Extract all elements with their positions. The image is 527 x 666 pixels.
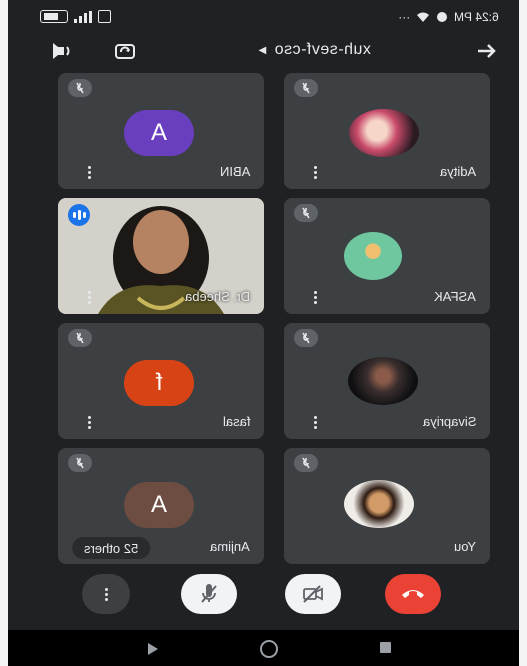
end-call-button[interactable] (385, 574, 441, 614)
phone-hangup-icon (402, 590, 424, 598)
avatar-letter: A (150, 119, 167, 146)
participant-tile-aditya[interactable]: Aditya (284, 73, 490, 189)
more-vert-icon[interactable] (312, 416, 318, 429)
avatar (349, 109, 419, 157)
participant-name: Aditya (439, 164, 476, 179)
system-nav-bar (8, 630, 519, 666)
mic-off-icon (294, 204, 318, 222)
participant-tile-you[interactable]: You (284, 448, 490, 564)
camera-off-icon (303, 585, 323, 603)
phone-screen: ··· 6:24 PM xuh-sevf-cso ▶ A ABIN Aditya… (8, 0, 519, 666)
participant-tile-asfak[interactable]: ASFAK (284, 198, 490, 314)
participant-tile-sheeba[interactable]: Dr. Sheeba (58, 198, 264, 314)
participant-tile-abin[interactable]: A ABIN (58, 73, 264, 189)
participant-tile-fasal[interactable]: f fasal (58, 323, 264, 439)
camera-toggle-button[interactable] (285, 574, 341, 614)
more-vert-icon[interactable] (86, 166, 92, 179)
participant-name: fasal (222, 414, 250, 429)
participant-name: ABIN (219, 164, 250, 179)
avatar-letter: A (150, 491, 167, 518)
avatar (344, 232, 402, 280)
more-vert-icon[interactable] (86, 416, 92, 429)
avatar: f (124, 360, 194, 406)
others-count-pill[interactable]: 52 others (72, 537, 151, 559)
avatar (344, 480, 414, 528)
mic-off-icon (68, 79, 92, 97)
participant-name: Dr. Sheeba (184, 289, 250, 304)
mic-off-icon (294, 329, 318, 347)
speaking-indicator-icon (68, 204, 90, 226)
call-controls (8, 574, 519, 624)
mic-off-icon (294, 79, 318, 97)
participant-name: Anjima (210, 539, 250, 554)
nav-recents-icon[interactable] (380, 642, 391, 653)
nav-home-icon[interactable] (260, 640, 278, 658)
mic-off-icon (68, 454, 92, 472)
avatar: A (124, 110, 194, 156)
participant-grid: A ABIN Aditya Dr. Sheeba ASFAK f fasal S… (8, 0, 519, 666)
avatar (348, 357, 418, 405)
more-options-button[interactable] (82, 574, 130, 614)
mic-off-icon (68, 329, 92, 347)
participant-tile-sivapriya[interactable]: Sivapriya (284, 323, 490, 439)
avatar-letter: f (155, 369, 163, 396)
participant-name: You (454, 539, 476, 554)
mic-toggle-button[interactable] (181, 574, 237, 614)
avatar: A (124, 482, 194, 528)
mic-off-icon (201, 584, 217, 603)
mic-off-icon (294, 454, 318, 472)
more-vert-icon[interactable] (312, 291, 318, 304)
more-vert-icon[interactable] (86, 291, 92, 304)
participant-name: ASFAK (434, 289, 476, 304)
participant-name: Sivapriya (422, 414, 476, 429)
more-vert-icon[interactable] (312, 166, 318, 179)
nav-back-icon[interactable] (148, 643, 158, 655)
more-vert-icon (103, 587, 109, 601)
